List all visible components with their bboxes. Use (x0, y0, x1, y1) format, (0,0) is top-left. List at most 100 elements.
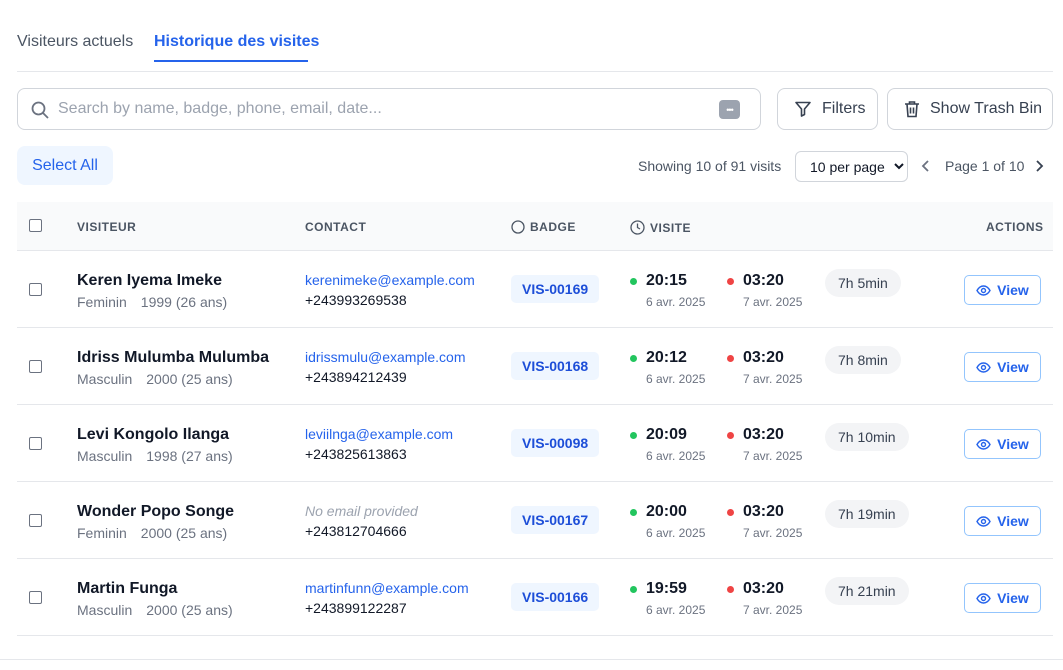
check-in-date: 6 avr. 2025 (646, 526, 706, 540)
view-label: View (997, 513, 1029, 529)
show-trash-button[interactable]: Show Trash Bin (887, 88, 1053, 130)
table-row: Keren Iyema Imeke Feminin 1999 (26 ans) k… (17, 251, 1053, 328)
search-icon (31, 101, 49, 119)
chevron-right-icon[interactable] (1030, 156, 1048, 176)
visitor-name: Martin Funga (77, 580, 178, 597)
check-in-time: 20:15 (646, 272, 687, 289)
visitor-gender: Masculin (77, 371, 133, 387)
visitor-name: Idriss Mulumba Mulumba (77, 349, 270, 366)
header-visit-label: VISITE (650, 220, 692, 235)
visitor-meta: Masculin 2000 (25 ans) (77, 602, 233, 618)
row-checkbox[interactable] (29, 591, 42, 604)
visitor-phone: +243825613863 (305, 446, 407, 462)
eye-icon (976, 438, 991, 450)
circle-icon (511, 220, 525, 234)
tab-visit-history[interactable]: Historique des visites (154, 33, 319, 51)
filter-icon (795, 101, 811, 117)
check-out-time: 03:20 (743, 580, 784, 597)
header-badge: BADGE (511, 220, 576, 234)
check-out-date: 7 avr. 2025 (743, 372, 803, 386)
tab-bar: Visiteurs actuels Historique des visites (17, 0, 1053, 72)
view-button[interactable]: View (964, 275, 1041, 305)
visitor-birth: 1998 (27 ans) (146, 448, 233, 464)
visitor-email[interactable]: kerenimeke@example.com (305, 272, 475, 288)
visitor-email[interactable]: idrissmulu@example.com (305, 349, 465, 365)
visitor-name: Wonder Popo Songe (77, 503, 235, 520)
check-in-dot (630, 586, 637, 593)
check-in-dot (630, 278, 637, 285)
check-in-time: 19:59 (646, 580, 687, 597)
active-tab-indicator (154, 60, 308, 62)
badge-tag: VIS-00169 (511, 275, 600, 303)
visitor-meta: Masculin 2000 (25 ans) (77, 371, 233, 387)
visitor-birth: 1999 (26 ans) (140, 294, 228, 310)
check-out-dot (727, 586, 734, 593)
table-row: Levi Kongolo Ilanga Masculin 1998 (27 ans… (17, 405, 1053, 482)
duration-pill: 7h 19min (825, 500, 909, 528)
check-in-date: 6 avr. 2025 (646, 372, 706, 386)
eye-icon (976, 515, 991, 527)
visitor-birth: 2000 (25 ans) (146, 602, 233, 618)
header-checkbox[interactable] (29, 219, 42, 232)
view-button[interactable]: View (964, 352, 1041, 382)
check-in-date: 6 avr. 2025 (646, 295, 706, 309)
badge-tag: VIS-00168 (511, 352, 600, 380)
header-actions: ACTIONS (986, 220, 1044, 234)
table-row: Idriss Mulumba Mulumba Masculin 2000 (25 … (17, 328, 1053, 405)
visitor-meta: Feminin 2000 (25 ans) (77, 525, 227, 541)
visitor-name: Levi Kongolo Ilanga (77, 426, 230, 443)
check-out-dot (727, 509, 734, 516)
tab-current-visitors[interactable]: Visiteurs actuels (17, 33, 133, 51)
filters-button[interactable]: Filters (777, 88, 878, 130)
visitor-name: Keren Iyema Imeke (77, 272, 222, 289)
check-out-time: 03:20 (743, 503, 784, 520)
duration-pill: 7h 21min (825, 577, 909, 605)
check-out-dot (727, 278, 734, 285)
keyboard-shortcut-icon[interactable]: ••• (719, 100, 740, 119)
visitor-gender: Masculin (77, 602, 133, 618)
filters-label: Filters (822, 100, 866, 117)
row-checkbox[interactable] (29, 283, 42, 296)
visitor-birth: 2000 (25 ans) (146, 371, 233, 387)
view-label: View (997, 282, 1029, 298)
trash-label: Show Trash Bin (930, 100, 1043, 117)
view-button[interactable]: View (964, 506, 1041, 536)
row-checkbox[interactable] (29, 360, 42, 373)
search-input[interactable] (58, 90, 708, 128)
chevron-left-icon[interactable] (917, 156, 935, 176)
header-visit: VISITE (630, 220, 691, 235)
search-box: ••• (17, 88, 761, 130)
table-header: VISITEUR CONTACT BADGE VISITE ACTIONS (17, 202, 1053, 251)
visitor-email[interactable]: martinfunn@example.com (305, 580, 469, 596)
duration-pill: 7h 5min (825, 269, 901, 297)
check-in-time: 20:12 (646, 349, 687, 366)
visitor-gender: Feminin (77, 525, 127, 541)
check-out-date: 7 avr. 2025 (743, 295, 803, 309)
check-out-dot (727, 355, 734, 362)
table-row: Martin Funga Masculin 2000 (25 ans) marti… (17, 559, 1053, 636)
check-out-date: 7 avr. 2025 (743, 603, 803, 617)
view-button[interactable]: View (964, 583, 1041, 613)
check-out-time: 03:20 (743, 349, 784, 366)
header-visitor: VISITEUR (77, 220, 137, 234)
check-in-dot (630, 509, 637, 516)
per-page-select[interactable]: 10 per page (795, 151, 908, 182)
visitor-meta: Masculin 1998 (27 ans) (77, 448, 233, 464)
check-in-dot (630, 432, 637, 439)
view-button[interactable]: View (964, 429, 1041, 459)
page-indicator: Page 1 of 10 (945, 158, 1025, 174)
visitor-gender: Feminin (77, 294, 127, 310)
row-checkbox[interactable] (29, 437, 42, 450)
duration-pill: 7h 10min (825, 423, 909, 451)
select-all-button[interactable]: Select All (17, 146, 113, 185)
visitor-meta: Feminin 1999 (26 ans) (77, 294, 227, 310)
badge-tag: VIS-00098 (511, 429, 600, 457)
visitor-phone: +243993269538 (305, 292, 407, 308)
visitor-phone: +243894212439 (305, 369, 407, 385)
row-checkbox[interactable] (29, 514, 42, 527)
trash-icon (905, 101, 919, 118)
duration-pill: 7h 8min (825, 346, 901, 374)
visitor-gender: Masculin (77, 448, 133, 464)
visitor-email[interactable]: leviilnga@example.com (305, 426, 453, 442)
visitor-phone: +243899122287 (305, 600, 407, 616)
